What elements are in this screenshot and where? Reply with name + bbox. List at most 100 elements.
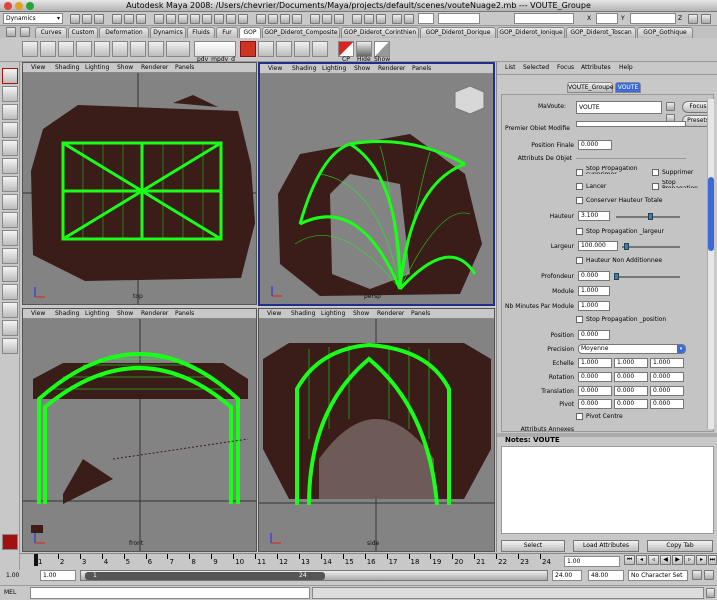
history-icon[interactable] bbox=[322, 14, 332, 24]
character-set-select[interactable]: No Character Set bbox=[628, 570, 688, 581]
pdv-mpdv-shelf-icon[interactable] bbox=[194, 41, 236, 57]
echelle-z-field[interactable]: 1.000 bbox=[650, 358, 684, 368]
current-time-marker[interactable] bbox=[34, 554, 38, 566]
viewport-menu-renderer[interactable]: Renderer bbox=[141, 310, 168, 317]
viewport-menu-shading[interactable]: Shading bbox=[55, 64, 79, 71]
position-field[interactable]: 0.000 bbox=[578, 330, 610, 340]
preferences-icon[interactable] bbox=[704, 570, 714, 580]
viewport-menu-shading[interactable]: Shading bbox=[291, 310, 315, 317]
shelf-tool-icon[interactable] bbox=[130, 41, 146, 57]
minimize-window-button[interactable] bbox=[15, 2, 23, 10]
stop-propagation-objet-checkbox[interactable] bbox=[652, 183, 659, 190]
supprimer-checkbox[interactable] bbox=[652, 169, 659, 176]
ipr-render-icon[interactable] bbox=[364, 14, 374, 24]
lancer-checkbox[interactable] bbox=[576, 183, 583, 190]
viewport-menu-shading[interactable]: Shading bbox=[292, 65, 316, 72]
shelf-tab[interactable]: GOP_Diderot_Toscan bbox=[566, 27, 636, 38]
viewport-front[interactable]: View Shading Lighting Show Renderer Pane… bbox=[22, 308, 257, 552]
echelle-x-field[interactable]: 1.000 bbox=[578, 358, 612, 368]
new-scene-icon[interactable] bbox=[70, 14, 80, 24]
shelf-tool-icon[interactable] bbox=[148, 41, 164, 57]
scale-tool-icon[interactable] bbox=[2, 158, 18, 174]
translation-x-field[interactable]: 0.000 bbox=[578, 386, 612, 396]
layout-outliner-icon[interactable] bbox=[2, 302, 18, 318]
coord-z-field[interactable] bbox=[630, 13, 676, 24]
layout-graph-icon[interactable] bbox=[2, 320, 18, 336]
viewport-menu-lighting[interactable]: Lighting bbox=[321, 310, 345, 317]
shelf-tab-active[interactable]: GOP bbox=[239, 27, 261, 38]
rotate-tool-icon[interactable] bbox=[2, 140, 18, 156]
viewport-menu-show[interactable]: Show bbox=[117, 64, 133, 71]
viewport-menu-renderer[interactable]: Renderer bbox=[377, 310, 404, 317]
attr-menu-selected[interactable]: Selected bbox=[523, 64, 549, 71]
premier-objet-field[interactable] bbox=[576, 121, 686, 127]
viewport-menu-renderer[interactable]: Renderer bbox=[141, 64, 168, 71]
cp-shelf-icon[interactable] bbox=[338, 41, 354, 57]
mask-icon[interactable] bbox=[202, 14, 212, 24]
paint-select-tool-icon[interactable] bbox=[2, 104, 18, 120]
mask-icon[interactable] bbox=[238, 14, 248, 24]
hauteur-field[interactable]: 3.100 bbox=[578, 211, 610, 221]
viewport-menu-panels[interactable]: Panels bbox=[175, 310, 194, 317]
largeur-slider-handle[interactable] bbox=[624, 243, 629, 250]
mask-icon[interactable] bbox=[214, 14, 224, 24]
step-forward-icon[interactable]: ▹ bbox=[684, 555, 695, 565]
hauteur-slider-handle[interactable] bbox=[648, 213, 653, 220]
viewport-menu-view[interactable]: View bbox=[31, 64, 45, 71]
shelf-tool-icon[interactable] bbox=[166, 41, 190, 57]
play-forward-icon[interactable]: ▶ bbox=[672, 555, 683, 565]
viewport-menu-renderer[interactable]: Renderer bbox=[378, 65, 405, 72]
translation-y-field[interactable]: 0.000 bbox=[614, 386, 648, 396]
rotation-z-field[interactable]: 0.000 bbox=[650, 372, 684, 382]
pivot-z-field[interactable]: 0.000 bbox=[650, 399, 684, 409]
largeur-slider[interactable] bbox=[622, 246, 680, 248]
viewport-menu-view[interactable]: View bbox=[31, 310, 45, 317]
shelf-tab[interactable]: GOP_Diderot_Corinthien bbox=[341, 27, 419, 38]
select-hierarchy-icon[interactable] bbox=[112, 14, 122, 24]
rotation-x-field[interactable]: 0.000 bbox=[578, 372, 612, 382]
layout-single-icon[interactable] bbox=[2, 248, 18, 264]
lasso-tool-icon[interactable] bbox=[2, 86, 18, 102]
move-tool-icon[interactable] bbox=[2, 122, 18, 138]
menu-set-select[interactable]: Dynamics ▾ bbox=[3, 13, 63, 24]
show-shelf-icon[interactable] bbox=[374, 41, 390, 57]
playback-end-field[interactable]: 24.00 bbox=[552, 570, 582, 581]
shelf-tab[interactable]: GOP_Diderot_Dorique bbox=[420, 27, 496, 38]
attribute-editor-toggle-icon[interactable] bbox=[688, 14, 698, 24]
go-to-start-icon[interactable]: ⏮ bbox=[624, 555, 635, 565]
shelf-options-icon[interactable] bbox=[20, 27, 30, 37]
attr-tab-voute[interactable]: VOUTE bbox=[615, 82, 641, 93]
shelf-tool-icon[interactable] bbox=[58, 41, 74, 57]
layout-two-icon[interactable] bbox=[2, 284, 18, 300]
shelf-tool-icon[interactable] bbox=[22, 41, 38, 57]
copy-tab-button[interactable]: Copy Tab bbox=[647, 540, 713, 552]
viewport-menu-lighting[interactable]: Lighting bbox=[85, 310, 109, 317]
go-input-icon[interactable] bbox=[666, 102, 675, 111]
node-name-field[interactable]: VOUTE bbox=[576, 101, 662, 114]
pivot-x-field[interactable]: 0.000 bbox=[578, 399, 612, 409]
viewport-persp[interactable]: View Shading Lighting Show Renderer Pane… bbox=[258, 62, 495, 306]
attribute-scrollbar[interactable] bbox=[707, 99, 714, 429]
current-time-field[interactable]: 1.00 bbox=[564, 556, 620, 567]
scrollbar-thumb[interactable] bbox=[708, 177, 714, 251]
precision-select[interactable]: Moyenne ▾ bbox=[578, 344, 686, 354]
render-icon[interactable] bbox=[404, 14, 414, 24]
viewport-menu-show[interactable]: Show bbox=[117, 310, 133, 317]
coord-x-field[interactable] bbox=[514, 13, 574, 24]
pivot-centre-checkbox[interactable] bbox=[576, 413, 583, 420]
close-window-button[interactable] bbox=[4, 2, 12, 10]
render-globals-icon[interactable] bbox=[376, 14, 386, 24]
shelf-tab[interactable]: GOP_Diderot_Ionique bbox=[497, 27, 565, 38]
translation-z-field[interactable]: 0.000 bbox=[650, 386, 684, 396]
rotation-y-field[interactable]: 0.000 bbox=[614, 372, 648, 382]
snap-curve-icon[interactable] bbox=[268, 14, 278, 24]
profondeur-field[interactable]: 0.000 bbox=[578, 271, 610, 281]
mask-icon[interactable] bbox=[178, 14, 188, 24]
profondeur-slider-handle[interactable] bbox=[614, 273, 619, 280]
attr-menu-list[interactable]: List bbox=[505, 64, 516, 71]
viewport-menu-shading[interactable]: Shading bbox=[55, 310, 79, 317]
shelf-tool-icon[interactable] bbox=[76, 41, 92, 57]
attr-menu-help[interactable]: Help bbox=[619, 64, 633, 71]
snap-plane-icon[interactable] bbox=[292, 14, 302, 24]
shelf-tab[interactable]: GOP_Gothique bbox=[637, 27, 693, 38]
